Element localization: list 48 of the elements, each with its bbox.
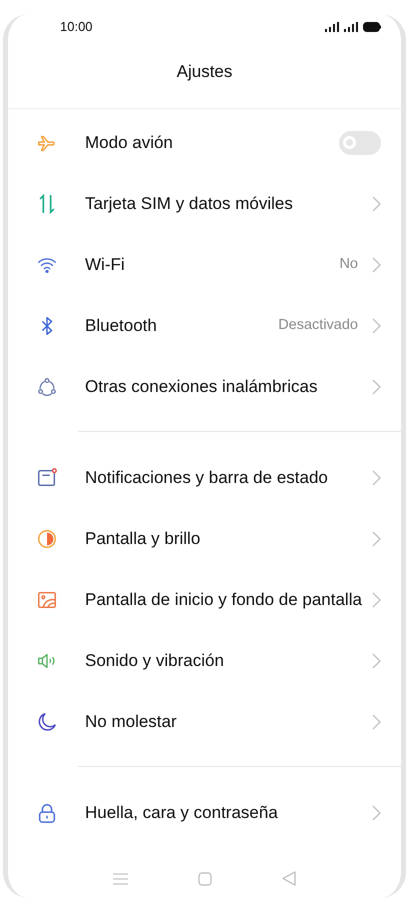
settings-row[interactable]: Modo avión	[8, 112, 401, 173]
menu-icon[interactable]	[113, 872, 128, 884]
settings-row[interactable]: Pantalla de inicio y fondo de pantalla	[8, 569, 401, 630]
row-label: Otras conexiones inalámbricas	[85, 376, 318, 398]
settings-row[interactable]: Wi-Fi No	[8, 234, 401, 295]
page-title: Ajustes	[176, 61, 232, 84]
signal-icon	[325, 22, 340, 32]
row-label: Huella, cara y contraseña	[85, 802, 279, 824]
settings-row[interactable]: Huella, cara y contraseña	[8, 782, 401, 843]
row-label: Pantalla y brillo	[85, 528, 202, 550]
brightness-icon	[36, 528, 58, 550]
back-icon[interactable]	[282, 871, 296, 886]
settings-row[interactable]: Sonido y vibración	[8, 630, 401, 691]
moon-icon	[36, 710, 58, 732]
chevron-right-icon	[372, 592, 381, 608]
row-label: Sonido y vibración	[85, 650, 225, 672]
row-label: Notificaciones y barra de estado	[85, 467, 329, 489]
row-label: Pantalla de inicio y fondo de pantalla	[85, 589, 363, 611]
chevron-right-icon	[372, 256, 381, 272]
row-label: Bluetooth	[85, 315, 158, 337]
row-value: Desactivado	[278, 316, 358, 335]
toggle-switch[interactable]	[339, 130, 381, 154]
row-label: Tarjeta SIM y datos móviles	[85, 193, 294, 215]
lock-icon	[36, 802, 58, 824]
signal-icon	[344, 22, 359, 32]
battery-icon	[363, 22, 381, 32]
settings-row[interactable]: Otras conexiones inalámbricas	[8, 356, 401, 417]
chevron-right-icon	[372, 378, 381, 394]
row-value: No	[339, 254, 358, 274]
chevron-right-icon	[372, 530, 381, 546]
home-icon[interactable]	[198, 872, 212, 886]
chevron-right-icon	[372, 652, 381, 668]
chevron-right-icon	[372, 804, 381, 820]
settings-row[interactable]: Tarjeta SIM y datos móviles	[8, 173, 401, 234]
chevron-right-icon	[372, 196, 381, 212]
settings-row[interactable]: Bluetooth Desactivado	[8, 295, 401, 356]
settings-row[interactable]: Pantalla y brillo	[8, 508, 401, 569]
chevron-right-icon	[372, 470, 381, 486]
row-label: No molestar	[85, 711, 178, 733]
notification-icon	[36, 466, 58, 488]
settings-row[interactable]: Notificaciones y barra de estado	[8, 447, 401, 508]
status-time: 10:00	[60, 18, 93, 36]
row-label: Modo avión	[85, 132, 174, 154]
settings-row[interactable]: No molestar	[8, 691, 401, 752]
row-label: Wi-Fi	[85, 254, 126, 276]
chevron-right-icon	[372, 318, 381, 334]
chevron-right-icon	[372, 714, 381, 730]
connections-icon	[36, 376, 58, 398]
